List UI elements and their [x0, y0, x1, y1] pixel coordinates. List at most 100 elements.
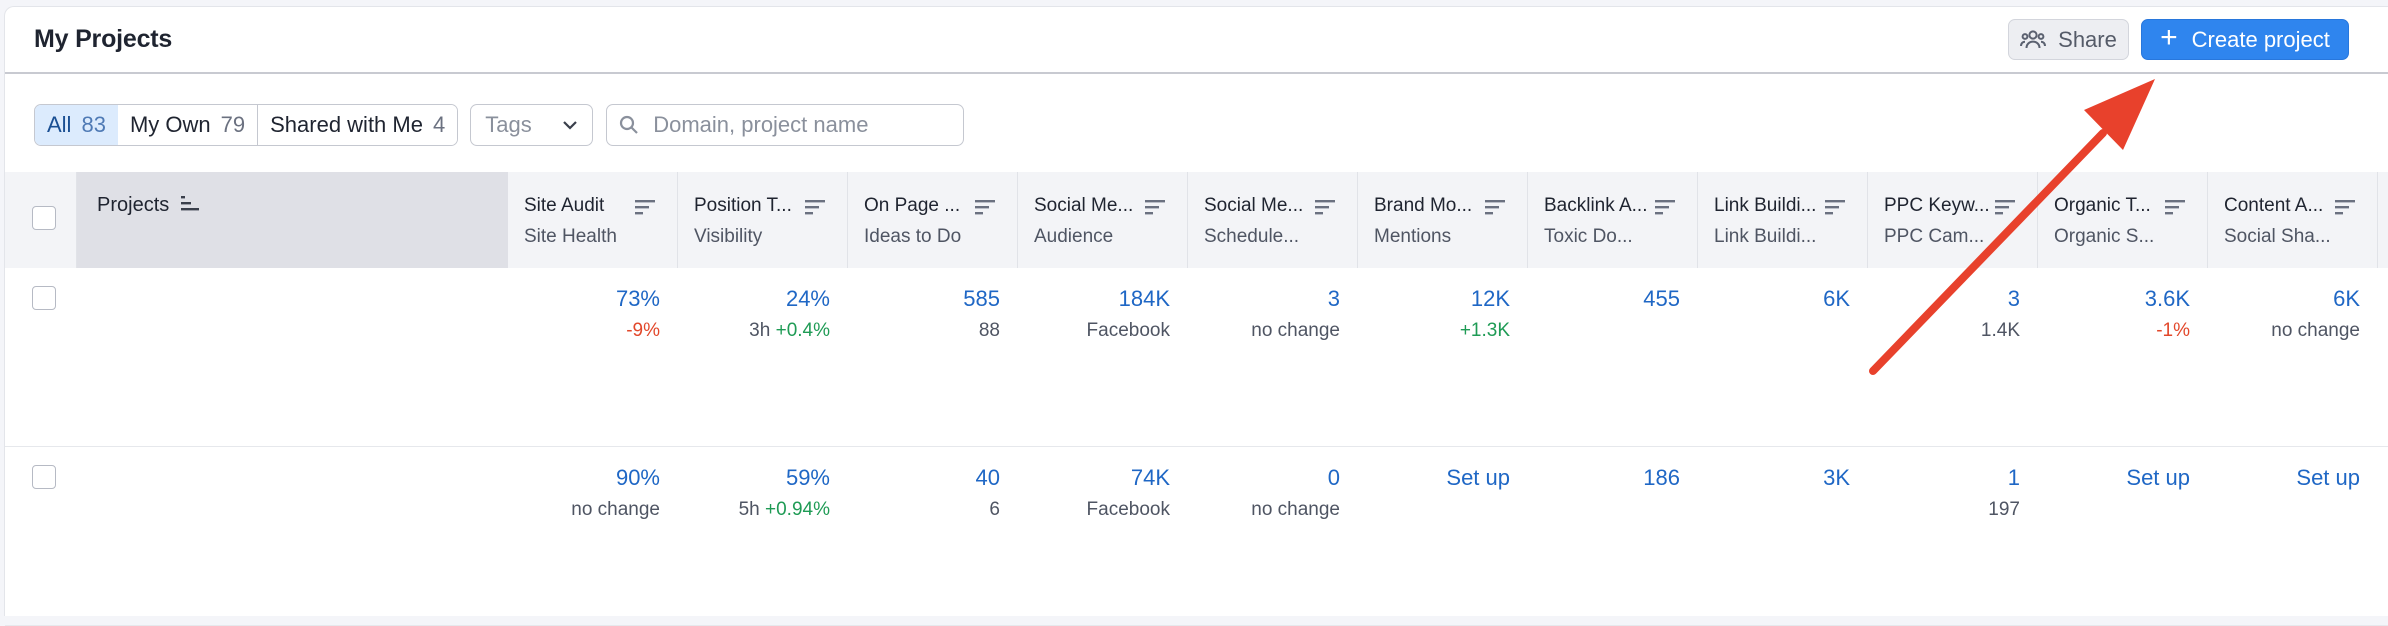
sort-icon[interactable]	[975, 199, 997, 217]
cell-value[interactable]: Set up	[2208, 465, 2360, 491]
sort-icon[interactable]	[2335, 199, 2357, 217]
column-header-7[interactable]: Backlink A... Toxic Do...	[1528, 172, 1698, 268]
column-header-10[interactable]: Organic T... Organic S...	[2038, 172, 2208, 268]
table-cell: 3.6K -1%	[2038, 286, 2208, 342]
projects-column-header[interactable]: Projects	[77, 172, 508, 268]
column-header-9[interactable]: PPC Keyw... PPC Cam...	[1868, 172, 2038, 268]
sort-icon[interactable]	[1655, 199, 1677, 217]
cell-subvalue: no change	[1251, 499, 1340, 520]
cell-value[interactable]: 585	[848, 286, 1000, 312]
column-header-4[interactable]: Social Me... Audience	[1018, 172, 1188, 268]
column-header-2[interactable]: Position T... Visibility	[678, 172, 848, 268]
cell-value[interactable]: 24%	[678, 286, 830, 312]
cell-value[interactable]: 6K	[1698, 286, 1850, 312]
column-header-1[interactable]: Site Audit Site Health	[508, 172, 678, 268]
sort-icon[interactable]	[1145, 199, 1167, 217]
cell-subvalue-prefix: 5h	[738, 499, 766, 520]
cell-value[interactable]: 59%	[678, 465, 830, 491]
cell-value[interactable]: Set up	[2038, 465, 2190, 491]
column-header-3[interactable]: On Page ... Ideas to Do	[848, 172, 1018, 268]
table-row[interactable]: 90% no change 59% 5h +0.94% 40 6 74K Facebook 0 n…	[5, 447, 2388, 626]
sort-ascending-icon	[181, 196, 200, 211]
filter-bar: All 83 My Own 79 Shared with Me 4 Tags	[34, 104, 965, 146]
filter-my-own-count: 79	[220, 112, 246, 137]
cell-value[interactable]: 455	[1528, 286, 1680, 312]
table-cell: 6K	[1698, 286, 1868, 312]
column-metric: Link Buildi...	[1714, 226, 1817, 247]
filter-all-label: All	[47, 112, 72, 137]
column-metric: Schedule...	[1204, 226, 1300, 247]
sort-icon[interactable]	[2165, 199, 2187, 217]
sort-icon[interactable]	[1315, 199, 1337, 217]
table-cell: 3K	[1698, 465, 1868, 491]
row-checkbox[interactable]	[32, 286, 56, 310]
cell-value[interactable]: 90%	[508, 465, 660, 491]
row-checkbox[interactable]	[32, 465, 56, 489]
sort-icon[interactable]	[1485, 199, 1507, 217]
filter-shared-label: Shared with Me	[270, 112, 423, 137]
column-header-11[interactable]: Content A... Social Sha...	[2208, 172, 2378, 268]
cell-value[interactable]: 3	[1188, 286, 1340, 312]
cell-value[interactable]: 1	[1868, 465, 2020, 491]
cell-value[interactable]: 6K	[2208, 286, 2360, 312]
create-project-button[interactable]: + Create project	[2141, 19, 2349, 60]
table-cell: 40 6	[848, 465, 1018, 521]
cell-subvalue: -9%	[626, 320, 660, 341]
search-box[interactable]	[606, 104, 965, 146]
sort-icon[interactable]	[805, 199, 827, 217]
table-cell: Set up	[2208, 465, 2378, 491]
cell-value[interactable]: 73%	[508, 286, 660, 312]
table-cell: 3 no change	[1188, 286, 1358, 342]
chevron-down-icon	[563, 121, 577, 130]
filter-shared-with-me[interactable]: Shared with Me 4	[258, 105, 458, 145]
cell-value[interactable]: Set up	[1358, 465, 1510, 491]
select-all-checkbox[interactable]	[32, 206, 56, 230]
share-button[interactable]: Share	[2008, 19, 2129, 60]
sort-icon[interactable]	[1995, 199, 2017, 217]
filter-my-own-label: My Own	[129, 112, 211, 137]
column-metric: Organic S...	[2054, 226, 2155, 247]
cell-subvalue: +1.3K	[1459, 320, 1510, 341]
cell-value[interactable]: 186	[1528, 465, 1680, 491]
table-row[interactable]: 73% -9% 24% 3h +0.4% 585 88 184K Facebook 3 no ch…	[5, 268, 2388, 447]
column-metric: Visibility	[694, 226, 763, 247]
filter-shared-count: 4	[432, 112, 446, 137]
share-button-label: Share	[2058, 26, 2117, 52]
cell-value[interactable]: 3	[1868, 286, 2020, 312]
filter-all[interactable]: All 83	[35, 105, 119, 145]
table-cell: 184K Facebook	[1018, 286, 1188, 342]
sort-icon[interactable]	[1825, 199, 1847, 217]
page-title: My Projects	[34, 25, 173, 53]
cell-value[interactable]: 12K	[1358, 286, 1510, 312]
cell-subvalue: 3h +0.4%	[678, 320, 830, 342]
table-cell: 12K +1.3K	[1358, 286, 1528, 342]
column-metric: PPC Cam...	[1884, 226, 1985, 247]
cell-subvalue: 197	[1988, 499, 2020, 520]
column-header-8[interactable]: Link Buildi... Link Buildi...	[1698, 172, 1868, 268]
table-cell: 6K no change	[2208, 286, 2378, 342]
table-cell: 74K Facebook	[1018, 465, 1188, 521]
cell-subvalue: no change	[2271, 320, 2360, 341]
column-metric: Social Sha...	[2224, 226, 2331, 247]
create-project-label: Create project	[2191, 26, 2330, 52]
cell-subvalue: 1.4K	[1980, 320, 2020, 341]
cell-value[interactable]: 3.6K	[2038, 286, 2190, 312]
sort-icon[interactable]	[635, 199, 657, 217]
column-metric: Toxic Do...	[1544, 226, 1633, 247]
table-cell: 585 88	[848, 286, 1018, 342]
cell-subvalue: -1%	[2156, 320, 2190, 341]
filter-my-own[interactable]: My Own 79	[117, 105, 259, 145]
column-header-6[interactable]: Brand Mo... Mentions	[1358, 172, 1528, 268]
select-all-cell	[5, 172, 77, 268]
column-metric: Ideas to Do	[864, 226, 962, 247]
cell-value[interactable]: 74K	[1018, 465, 1170, 491]
cell-subvalue: 6	[989, 499, 1000, 520]
cell-value[interactable]: 184K	[1018, 286, 1170, 312]
tags-dropdown[interactable]: Tags	[470, 104, 594, 146]
cell-value[interactable]: 0	[1188, 465, 1340, 491]
column-header-5[interactable]: Social Me... Schedule...	[1188, 172, 1358, 268]
search-input[interactable]	[653, 112, 944, 138]
cell-value[interactable]: 3K	[1698, 465, 1850, 491]
cell-value[interactable]: 40	[848, 465, 1000, 491]
table-cell: 73% -9%	[508, 286, 678, 342]
